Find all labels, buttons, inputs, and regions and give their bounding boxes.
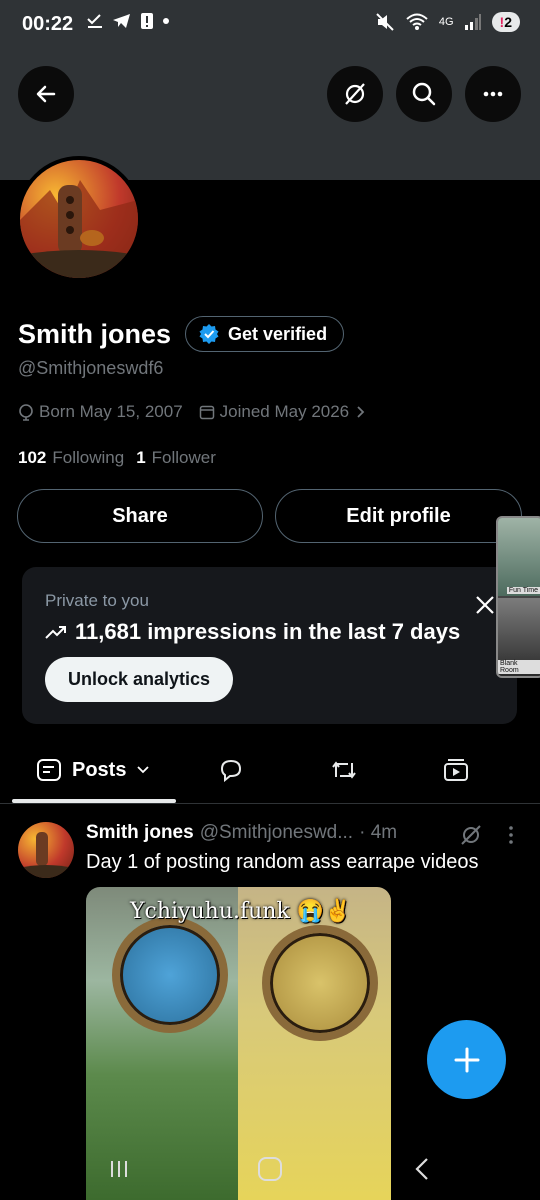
mute-icon xyxy=(376,13,394,31)
calendar-icon xyxy=(199,405,214,420)
avatar-art xyxy=(20,180,138,278)
more-button[interactable] xyxy=(465,66,521,122)
profile-meta: Born May 15, 2007 Joined May 2026 xyxy=(18,402,366,422)
compose-button[interactable] xyxy=(427,1020,506,1099)
name-row: Smith jones Get verified xyxy=(18,316,345,352)
profile-avatar[interactable] xyxy=(16,156,142,282)
network-type: 4G xyxy=(438,16,454,28)
system-back-button[interactable] xyxy=(412,1156,432,1182)
tweet-avatar-art xyxy=(18,832,74,878)
impressions-text: 11,681 impressions in the last 7 days xyxy=(75,619,461,644)
more-icon xyxy=(483,91,503,97)
close-analytics-button[interactable] xyxy=(475,595,495,615)
search-icon xyxy=(412,82,436,106)
followers-link[interactable]: 1 Follower xyxy=(136,448,216,468)
back-arrow-icon xyxy=(36,85,56,103)
grok-icon xyxy=(461,825,481,845)
alert-icon xyxy=(141,13,153,29)
home-button[interactable] xyxy=(256,1155,284,1183)
system-nav-bar xyxy=(0,1140,540,1200)
chevron-right-icon xyxy=(357,406,365,418)
status-bar: 00:22 4G !2 xyxy=(0,0,540,48)
edit-profile-button[interactable]: Edit profile xyxy=(275,489,522,543)
plus-icon xyxy=(454,1047,479,1072)
media-icon xyxy=(444,759,468,781)
recents-button[interactable] xyxy=(108,1158,130,1180)
tab-posts-label: Posts xyxy=(72,758,127,781)
grok-button[interactable] xyxy=(327,66,383,122)
tweet-header: Smith jones @Smithjoneswd... · 4m xyxy=(86,822,397,844)
follow-stats: 102 Following 1 Follower xyxy=(18,448,216,468)
pip-video-window[interactable]: Fun Time Blank Room xyxy=(496,516,540,678)
private-label: Private to you xyxy=(45,591,149,610)
joined-text: Joined May 2026 xyxy=(219,402,350,421)
display-name: Smith jones xyxy=(18,318,172,349)
medallion-right xyxy=(262,925,378,1041)
notification-badge: !2 xyxy=(491,12,520,32)
reposts-icon xyxy=(332,761,356,779)
tab-reposts[interactable] xyxy=(330,742,358,798)
media-caption: Ychiyuhu.funk 😭✌️ xyxy=(130,899,352,924)
status-time: 00:22 xyxy=(22,13,74,35)
following-link[interactable]: 102 Following xyxy=(18,448,124,468)
status-notification-icons xyxy=(86,12,170,30)
status-system-icons: 4G !2 xyxy=(375,12,520,32)
get-verified-button[interactable]: Get verified xyxy=(185,316,345,352)
replies-icon xyxy=(220,759,242,782)
location-icon xyxy=(19,404,33,421)
close-icon xyxy=(476,596,494,614)
back-button[interactable] xyxy=(18,66,74,122)
joined-date[interactable]: Joined May 2026 xyxy=(199,402,366,422)
tweet-author-avatar[interactable] xyxy=(18,822,74,878)
home-icon xyxy=(258,1157,282,1181)
tweet-timestamp: · 4m xyxy=(359,822,398,843)
profile-handle: @Smithjoneswdf6 xyxy=(18,358,164,378)
grok-icon xyxy=(345,83,365,105)
tweet-more-button[interactable] xyxy=(506,824,516,846)
verified-badge-icon xyxy=(199,324,219,344)
profile-tabs: Posts xyxy=(0,742,540,804)
tweet-text: Day 1 of posting random ass earrape vide… xyxy=(86,851,479,873)
share-button[interactable]: Share xyxy=(17,489,263,543)
analytics-card: Private to you 11,681 impressions in the… xyxy=(22,567,517,724)
birthday-text: Born May 15, 2007 xyxy=(39,402,183,421)
telegram-icon xyxy=(113,14,130,28)
more-vertical-icon xyxy=(509,826,513,844)
dot-icon xyxy=(163,18,169,24)
tweet-author-handle[interactable]: @Smithjoneswd... xyxy=(200,822,353,844)
tab-media[interactable] xyxy=(443,742,469,798)
download-done-icon xyxy=(87,14,102,28)
tab-divider xyxy=(0,803,540,804)
pip-frame-bottom: Blank Room xyxy=(498,598,540,676)
pip-frame-top: Fun Time xyxy=(498,518,540,596)
system-back-icon xyxy=(415,1158,428,1180)
unlock-analytics-button[interactable]: Unlock analytics xyxy=(45,657,234,702)
get-verified-label: Get verified xyxy=(228,323,328,344)
tab-replies[interactable] xyxy=(218,742,244,798)
search-button[interactable] xyxy=(396,66,452,122)
posts-icon xyxy=(37,759,61,781)
chevron-down-icon xyxy=(137,766,150,774)
trend-up-icon xyxy=(45,626,66,639)
tab-posts[interactable]: Posts xyxy=(36,742,150,798)
medallion-left xyxy=(112,917,228,1033)
recents-icon xyxy=(111,1161,127,1177)
wifi-icon xyxy=(406,13,428,30)
tweet-grok-button[interactable] xyxy=(458,824,484,846)
birthday: Born May 15, 2007 xyxy=(18,402,183,422)
impressions-summary: 11,681 impressions in the last 7 days xyxy=(45,619,460,645)
signal-icon xyxy=(464,14,481,30)
tweet-author-name[interactable]: Smith jones xyxy=(86,822,194,844)
